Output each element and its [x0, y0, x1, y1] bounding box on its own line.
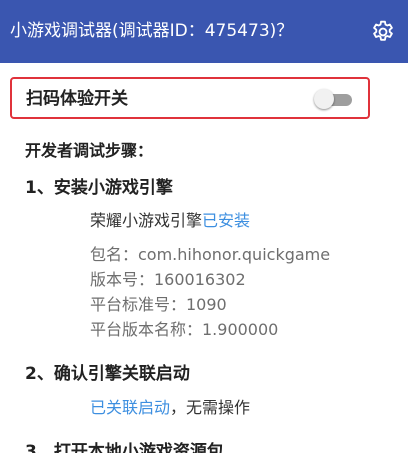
scan-toggle-row: 扫码体验开关	[10, 77, 370, 119]
platform-version-name: 平台版本名称：1.900000	[90, 320, 279, 339]
gear-icon[interactable]	[368, 17, 398, 47]
associated-launch-link[interactable]: 已关联启动	[90, 398, 170, 417]
app-title: 小游戏调试器(调试器ID：475473)？	[10, 21, 294, 41]
version-code: 版本号：160016302	[90, 270, 246, 289]
association-status-line: 已关联启动，无需操作	[90, 394, 250, 418]
package-name: 包名：com.hihonor.quickgame	[90, 245, 331, 264]
association-note: ，无需操作	[170, 398, 251, 417]
app-bar: 小游戏调试器(调试器ID：475473)？	[0, 0, 408, 63]
step-3-title: 3、打开本地小游戏资源包	[25, 442, 224, 453]
engine-installed-link[interactable]: 已安装	[202, 211, 250, 230]
scan-toggle-label: 扫码体验开关	[26, 89, 128, 109]
step-2-title: 2、确认引擎关联启动	[25, 364, 190, 384]
engine-status-line: 荣耀小游戏引擎已安装	[90, 207, 250, 231]
steps-heading: 开发者调试步骤：	[25, 141, 154, 160]
engine-name: 荣耀小游戏引擎	[90, 211, 203, 230]
step-1-title: 1、安装小游戏引擎	[25, 178, 173, 198]
switch-thumb	[314, 89, 334, 109]
platform-standard: 平台标准号：1090	[90, 295, 227, 314]
scan-toggle-switch[interactable]	[314, 89, 354, 109]
